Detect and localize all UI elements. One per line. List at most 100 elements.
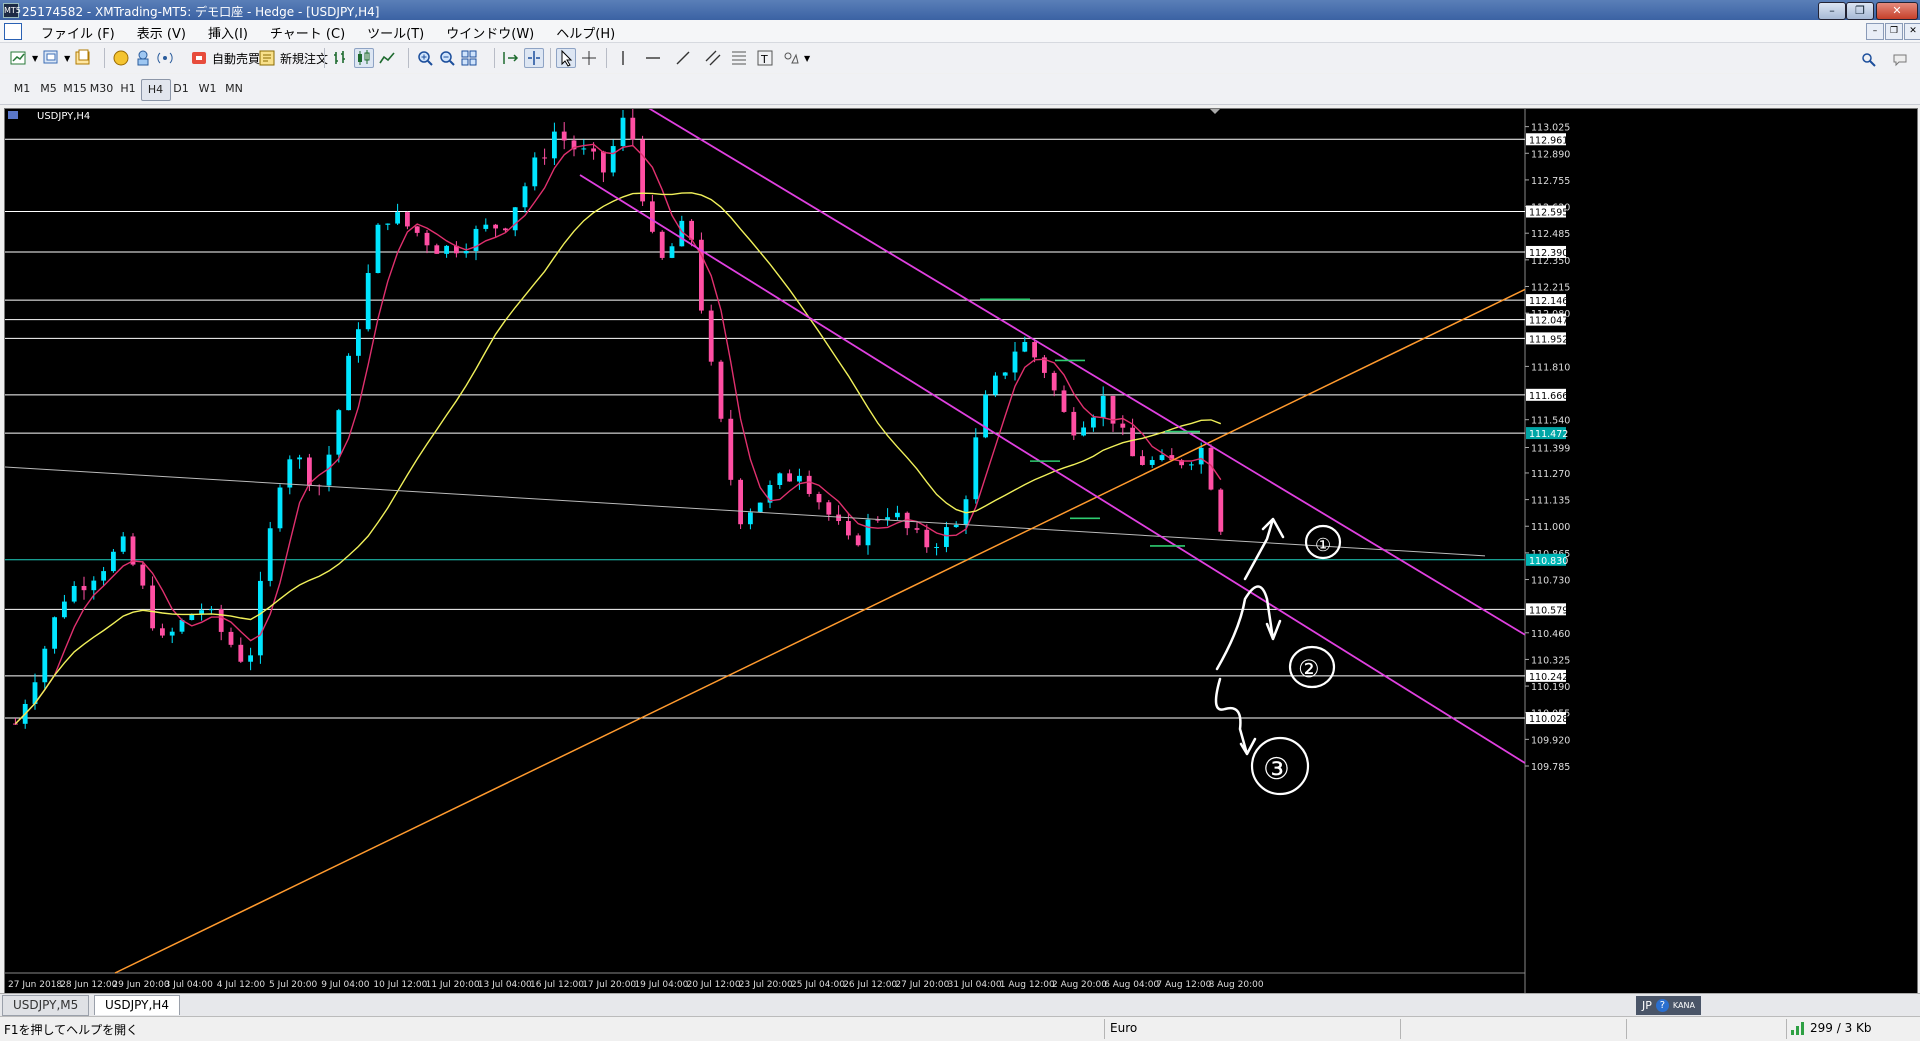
zoom-out-icon[interactable] (438, 49, 456, 67)
text-icon[interactable]: T (756, 49, 774, 67)
timeframe-m15[interactable]: M15 (61, 79, 89, 99)
candle-body (561, 131, 567, 141)
minimize-button[interactable]: – (1818, 2, 1846, 20)
chart-window-icon[interactable] (4, 23, 22, 40)
profiles-dropdown-icon[interactable]: ▼ (64, 54, 70, 63)
menu-item-2[interactable]: 挿入(I) (197, 23, 259, 42)
vertical-line-icon[interactable] (614, 49, 632, 67)
price-tick-label: 112.890 (1531, 149, 1570, 160)
candle-body (855, 535, 861, 546)
candle-body (91, 580, 97, 591)
candle-body (757, 502, 763, 513)
shapes-icon[interactable] (782, 49, 800, 67)
timeframe-d1[interactable]: D1 (167, 79, 195, 99)
chart-window[interactable]: USDJPY,H4113.160113.025112.890112.755112… (4, 108, 1918, 994)
time-axis-label: 8 Aug 20:00 (1209, 980, 1264, 990)
candle-body (777, 473, 783, 485)
tile-windows-icon[interactable] (460, 49, 478, 67)
time-axis-label: 10 Jul 12:00 (373, 980, 427, 990)
channel-lower-line (579, 174, 1526, 764)
mdi-restore-icon[interactable]: ❐ (1885, 23, 1903, 40)
menu-item-5[interactable]: ウインドウ(W) (435, 23, 545, 42)
hline-label: 111.472 (1529, 429, 1568, 440)
chart-symbol-label: USDJPY,H4 (37, 111, 90, 122)
tab-usdjpy-h4[interactable]: USDJPY,H4 (94, 995, 180, 1015)
time-axis-label: 27 Jul 20:00 (895, 980, 949, 990)
new-chart-dropdown-icon[interactable]: ▼ (32, 54, 38, 63)
line-chart-icon[interactable] (378, 49, 396, 67)
language-bar[interactable]: JP ? KANA (1636, 996, 1701, 1015)
time-axis-label: 19 Jul 04:00 (634, 980, 688, 990)
candle-body (924, 529, 930, 548)
equidistant-channel-icon[interactable] (704, 49, 722, 67)
candle-body (542, 157, 547, 159)
menu-item-6[interactable]: ヘルプ(H) (545, 23, 626, 42)
time-axis-label: 1 Aug 12:00 (1000, 980, 1055, 990)
candlestick-chart-icon[interactable] (354, 48, 374, 68)
mdi-minimize-icon[interactable]: – (1866, 23, 1884, 40)
new-order-label: 新規注文 (280, 51, 329, 66)
bar-chart-icon[interactable] (332, 49, 350, 67)
timeframe-m1[interactable]: M1 (8, 79, 36, 99)
mdi-close-icon[interactable]: ✕ (1904, 23, 1920, 40)
candle-body (356, 329, 361, 356)
profiles-icon[interactable] (42, 49, 60, 67)
candle-body (865, 519, 871, 546)
candle-body (973, 437, 979, 500)
timeframe-m30[interactable]: M30 (88, 79, 116, 99)
timeframe-h4[interactable]: H4 (140, 79, 171, 101)
trendline-icon[interactable] (674, 49, 692, 67)
search-icon[interactable] (1860, 51, 1878, 69)
candle-body (650, 201, 655, 232)
menu-item-1[interactable]: 表示 (V) (126, 23, 197, 42)
hline-label: 111.666 (1529, 391, 1568, 402)
chart-shift-icon[interactable] (524, 48, 544, 68)
strategy-tester-icon[interactable] (112, 49, 130, 67)
help-icon[interactable]: ? (1655, 999, 1669, 1012)
connection-status-icon[interactable] (1790, 1020, 1808, 1038)
hline-label: 112.961 (1529, 135, 1568, 146)
menu-item-3[interactable]: チャート (C) (259, 23, 356, 42)
navigator-icon[interactable] (134, 49, 152, 67)
candle-body (669, 246, 675, 258)
candle-body (160, 628, 165, 636)
zoom-in-icon[interactable] (416, 49, 434, 67)
price-tick-label: 110.730 (1531, 576, 1570, 587)
ime-mode: KANA (1672, 1001, 1695, 1010)
time-axis-label: 23 Jul 20:00 (739, 980, 793, 990)
new-chart-icon[interactable] (10, 49, 28, 67)
candle-body (395, 212, 400, 224)
timeframe-mn[interactable]: MN (220, 79, 248, 99)
shapes-dropdown-icon[interactable]: ▼ (804, 54, 810, 63)
candle-body (708, 310, 714, 362)
maximize-button[interactable]: ❐ (1846, 2, 1874, 20)
chat-icon[interactable] (1892, 51, 1910, 69)
candle-body (797, 475, 802, 482)
timeframe-h1[interactable]: H1 (114, 79, 142, 99)
time-axis-label: 7 Aug 12:00 (1156, 980, 1211, 990)
fibonacci-icon[interactable] (730, 49, 748, 67)
algo-trading-button[interactable]: 自動売買 (190, 47, 260, 69)
crosshair-icon[interactable] (580, 49, 598, 67)
candle-body (1218, 489, 1224, 532)
autoscroll-icon[interactable] (502, 49, 520, 67)
tab-usdjpy-m5[interactable]: USDJPY,M5 (2, 995, 90, 1016)
cursor-icon[interactable] (556, 48, 576, 68)
timeframe-w1[interactable]: W1 (194, 79, 222, 99)
market-watch-icon[interactable] (74, 49, 92, 67)
candle-body (228, 631, 234, 645)
price-chart[interactable]: USDJPY,H4113.160113.025112.890112.755112… (5, 109, 1917, 993)
candle-body (209, 609, 214, 611)
candle-body (1120, 423, 1126, 428)
horizontal-line-icon[interactable] (644, 49, 662, 67)
algo-trading-label: 自動売買 (212, 51, 261, 66)
menu-item-0[interactable]: ファイル (F) (30, 23, 126, 42)
candle-body (52, 617, 57, 649)
menu-item-4[interactable]: ツール(T) (356, 23, 435, 42)
timeframe-m5[interactable]: M5 (35, 79, 63, 99)
annotation-number: ③ (1263, 752, 1290, 787)
new-order-button[interactable]: 新規注文 (258, 47, 328, 69)
signals-icon[interactable] (156, 49, 174, 67)
close-button[interactable]: ✕ (1876, 2, 1918, 20)
time-axis-label: 4 Jul 12:00 (217, 980, 266, 990)
